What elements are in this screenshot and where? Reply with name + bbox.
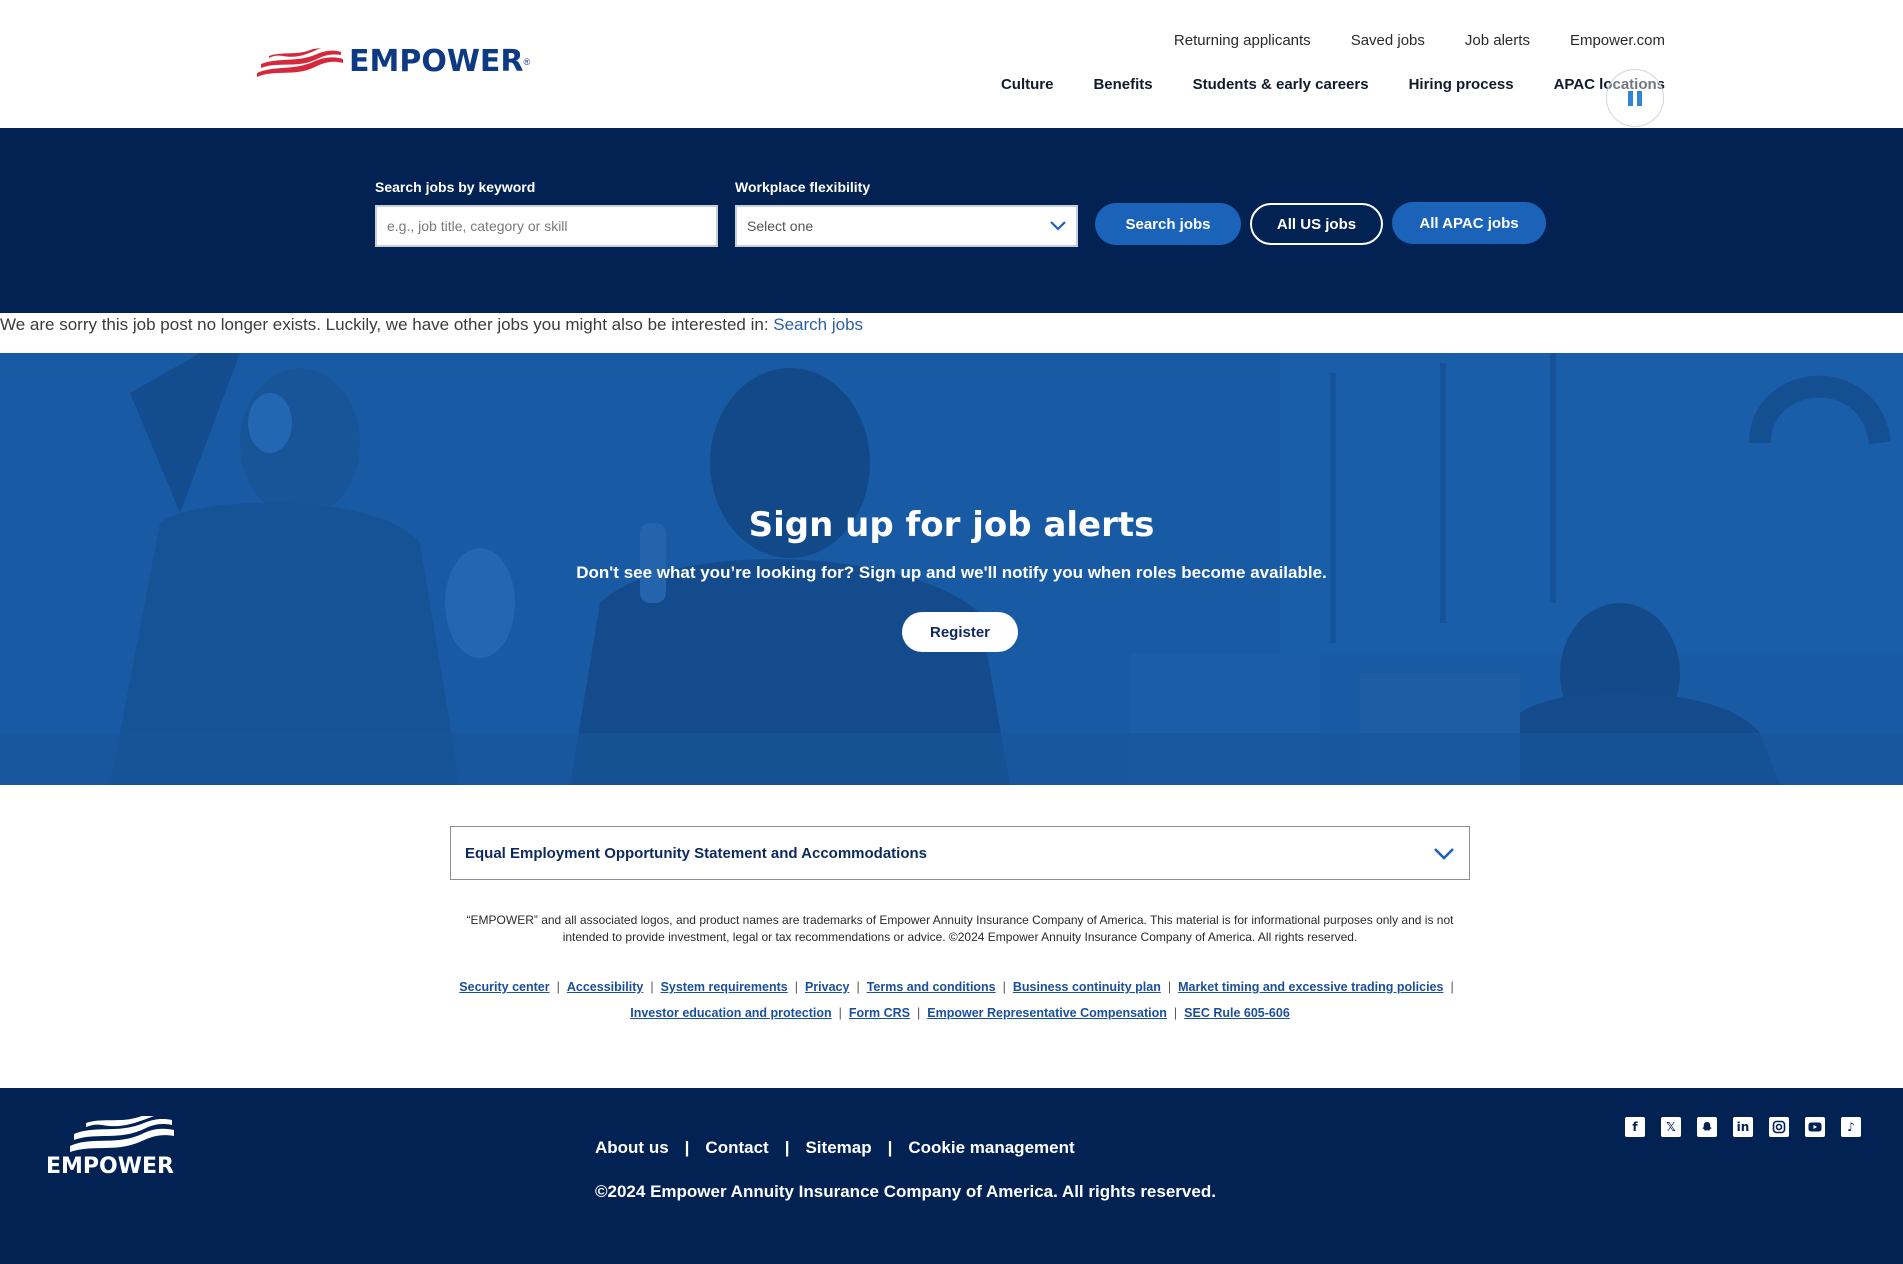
tiktok-icon[interactable]: ♪ xyxy=(1841,1117,1861,1137)
link-security-center[interactable]: Security center xyxy=(459,980,549,994)
all-us-jobs-button[interactable]: All US jobs xyxy=(1250,203,1383,245)
nav-returning-applicants[interactable]: Returning applicants xyxy=(1174,32,1311,49)
separator: | xyxy=(794,980,798,994)
snapchat-icon[interactable] xyxy=(1697,1117,1717,1137)
pause-icon-bar-left xyxy=(1628,90,1633,106)
eeo-accordion[interactable]: Equal Employment Opportunity Statement a… xyxy=(450,826,1470,880)
pause-animation-button[interactable] xyxy=(1606,69,1664,127)
youtube-icon[interactable] xyxy=(1805,1117,1825,1137)
chevron-down-icon xyxy=(1434,847,1454,860)
logo-wordmark: EMPOWER xyxy=(349,44,524,79)
link-business-continuity-plan[interactable]: Business continuity plan xyxy=(1013,980,1161,994)
separator: | xyxy=(1002,980,1006,994)
linkedin-icon[interactable]: in xyxy=(1733,1117,1753,1137)
all-apac-jobs-button[interactable]: All APAC jobs xyxy=(1392,202,1546,244)
footer-link-sitemap[interactable]: Sitemap xyxy=(805,1138,871,1158)
link-representative-compensation[interactable]: Empower Representative Compensation xyxy=(927,1006,1167,1020)
separator: | xyxy=(856,980,860,994)
separator: | xyxy=(784,1138,790,1157)
link-investor-education[interactable]: Investor education and protection xyxy=(630,1006,831,1020)
main-nav: Culture Benefits Students & early career… xyxy=(961,76,1665,93)
nav-empower-com[interactable]: Empower.com xyxy=(1570,32,1665,49)
separator: | xyxy=(1450,980,1454,994)
job-not-found-notice: We are sorry this job post no longer exi… xyxy=(0,315,863,335)
separator: | xyxy=(556,980,560,994)
separator: | xyxy=(1167,980,1172,994)
link-sec-rule-605-606[interactable]: SEC Rule 605-606 xyxy=(1184,1006,1290,1020)
flag-swoosh-icon xyxy=(257,47,343,77)
utility-nav: Returning applicants Saved jobs Job aler… xyxy=(1134,32,1665,49)
facebook-icon[interactable]: f xyxy=(1625,1117,1645,1137)
hero-title: Sign up for job alerts xyxy=(748,505,1155,545)
link-terms-and-conditions[interactable]: Terms and conditions xyxy=(867,980,996,994)
legal-links-row-2: Investor education and protection | Form C… xyxy=(440,1000,1480,1026)
legal-links: Security center | Accessibility | System req… xyxy=(440,974,1480,1026)
footer-link-about-us[interactable]: About us xyxy=(595,1138,669,1158)
legal-disclaimer: “EMPOWER” and all associated logos, and … xyxy=(466,913,1454,944)
registered-mark: ® xyxy=(523,56,531,67)
select-value: Select one xyxy=(747,218,814,234)
separator: | xyxy=(1173,1006,1178,1020)
notice-search-jobs-link[interactable]: Search jobs xyxy=(773,315,863,334)
x-icon[interactable]: 𝕏 xyxy=(1661,1117,1681,1137)
keyword-search-input[interactable] xyxy=(375,205,718,247)
workplace-flexibility-select[interactable]: Select one xyxy=(735,205,1078,247)
footer-links: About us | Contact | Sitemap | Cookie ma… xyxy=(595,1138,1075,1158)
link-form-crs[interactable]: Form CRS xyxy=(849,1006,910,1020)
link-privacy[interactable]: Privacy xyxy=(805,980,849,994)
workplace-flexibility-label: Workplace flexibility xyxy=(735,179,871,195)
link-market-timing-policies[interactable]: Market timing and excessive trading poli… xyxy=(1178,980,1443,994)
footer-link-contact[interactable]: Contact xyxy=(705,1138,768,1158)
nav-saved-jobs[interactable]: Saved jobs xyxy=(1351,32,1425,49)
site-header: EMPOWER ® Returning applicants Saved job… xyxy=(0,0,1903,128)
nav-students-early-careers[interactable]: Students & early careers xyxy=(1193,76,1369,93)
footer-copyright: ©2024 Empower Annuity Insurance Company … xyxy=(595,1182,1216,1201)
separator: | xyxy=(684,1138,690,1157)
social-links: f 𝕏 in ♪ xyxy=(1609,1117,1861,1137)
separator: | xyxy=(650,980,654,994)
search-jobs-button[interactable]: Search jobs xyxy=(1095,203,1241,245)
site-footer: EMPOWER About us | Contact | Sitemap | C… xyxy=(0,1088,1903,1264)
flag-swoosh-icon xyxy=(70,1116,174,1152)
pause-icon-bar-right xyxy=(1637,90,1642,106)
instagram-icon[interactable] xyxy=(1769,1117,1789,1137)
footer-logo-wordmark: EMPOWER xyxy=(46,1154,174,1179)
footer-link-cookie-management[interactable]: Cookie management xyxy=(908,1138,1074,1158)
register-button[interactable]: Register xyxy=(902,612,1018,652)
notice-text: We are sorry this job post no longer exi… xyxy=(0,315,774,334)
keyword-label: Search jobs by keyword xyxy=(375,179,536,195)
hero-subtitle: Don't see what you’re looking for? Sign … xyxy=(576,563,1327,582)
nav-culture[interactable]: Culture xyxy=(1001,76,1054,93)
nav-hiring-process[interactable]: Hiring process xyxy=(1409,76,1514,93)
nav-benefits[interactable]: Benefits xyxy=(1093,76,1152,93)
link-accessibility[interactable]: Accessibility xyxy=(567,980,643,994)
eeo-accordion-title: Equal Employment Opportunity Statement a… xyxy=(465,844,927,862)
separator: | xyxy=(838,1006,842,1020)
nav-job-alerts[interactable]: Job alerts xyxy=(1465,32,1530,49)
job-alerts-hero: Sign up for job alerts Don't see what yo… xyxy=(0,353,1903,785)
empower-logo[interactable]: EMPOWER ® xyxy=(255,44,530,79)
legal-links-row-1: Security center | Accessibility | System req… xyxy=(440,974,1480,1000)
separator: | xyxy=(887,1138,893,1157)
separator: | xyxy=(917,1006,921,1020)
link-system-requirements[interactable]: System requirements xyxy=(661,980,788,994)
chevron-down-icon xyxy=(1050,221,1066,231)
footer-empower-logo[interactable]: EMPOWER xyxy=(46,1116,176,1179)
